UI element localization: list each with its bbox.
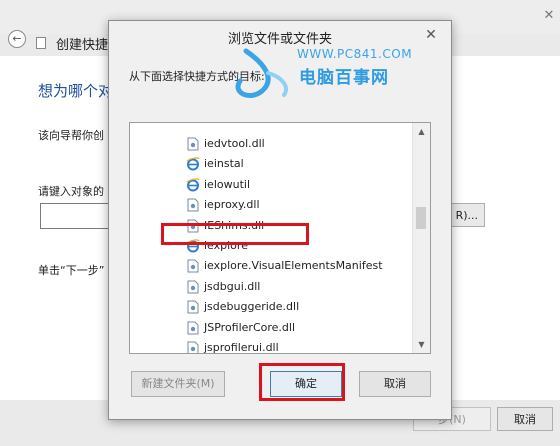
tree-item-label: iedvtool.dll	[204, 137, 265, 150]
tree-item-label: ieinstal	[204, 157, 244, 171]
tree-item[interactable]: ieproxy.dll	[186, 195, 260, 215]
iexplore-highlight-box	[161, 223, 309, 245]
tree-item[interactable]: JSProfilerCore.dll	[186, 318, 295, 338]
tree-item-label: ielowutil	[204, 177, 251, 191]
tree-item[interactable]: jsdebuggeride.dll	[186, 297, 299, 317]
shortcut-icon	[36, 37, 46, 49]
new-folder-button[interactable]: 新建文件夹(M)	[131, 371, 225, 397]
vertical-scrollbar[interactable]: ▲ ▼	[412, 123, 430, 353]
back-arrow-icon[interactable]: ←	[8, 30, 26, 48]
tree-item[interactable]: jsprofilerui.dll	[186, 338, 279, 354]
tree-item-label: jsprofilerui.dll	[204, 341, 279, 354]
watermark-url: WWW.PC841.COM	[297, 47, 413, 61]
wizard-heading: 想为哪个对	[38, 82, 114, 100]
dll-file-icon	[186, 198, 200, 212]
tree-item-label: JSProfilerCore.dll	[204, 320, 296, 334]
dll-file-icon	[186, 321, 200, 335]
dll-file-icon	[186, 300, 200, 314]
cancel-button[interactable]: 取消	[359, 371, 431, 397]
dll-file-icon	[186, 137, 200, 151]
continue-hint: 单击“下一步”	[38, 264, 105, 277]
tree-item[interactable]: jsdbgui.dll	[186, 277, 260, 297]
dll-file-icon	[186, 259, 200, 273]
ok-highlight-box	[259, 363, 345, 401]
close-icon[interactable]: ✕	[540, 8, 558, 26]
window-title: 创建快捷	[56, 38, 109, 53]
wizard-description: 该向导帮你创	[38, 129, 104, 142]
watermark-logo-icon	[235, 48, 288, 98]
tree-item[interactable]: ielowutil	[186, 175, 250, 195]
site-watermark: WWW.PC841.COM 电脑百事网	[184, 43, 412, 103]
tree-item-label: jsdbgui.dll	[204, 279, 261, 293]
tree-item[interactable]: iedvtool.dll	[186, 134, 265, 154]
location-label: 请键入对象的	[38, 185, 104, 198]
ie-icon	[186, 178, 200, 192]
tree-item-label: iexplore.VisualElementsManifest	[204, 259, 383, 273]
tree-item-label: jsdebuggeride.dll	[204, 300, 300, 314]
close-icon[interactable]: ✕	[420, 26, 442, 44]
tree-item[interactable]: ieinstal	[186, 154, 244, 174]
ie-icon	[186, 157, 200, 171]
dll-file-icon	[186, 341, 200, 353]
tree-item-label: ieproxy.dll	[204, 198, 260, 212]
wizard-cancel-button[interactable]: 取消	[497, 407, 553, 431]
scroll-up-icon[interactable]: ▲	[413, 123, 430, 140]
scroll-down-icon[interactable]: ▼	[413, 336, 430, 353]
dll-file-icon	[186, 280, 200, 294]
watermark-name: 电脑百事网	[299, 68, 389, 88]
scroll-thumb[interactable]	[416, 207, 426, 229]
tree-item[interactable]: iexplore.VisualElementsManifest	[186, 256, 383, 276]
